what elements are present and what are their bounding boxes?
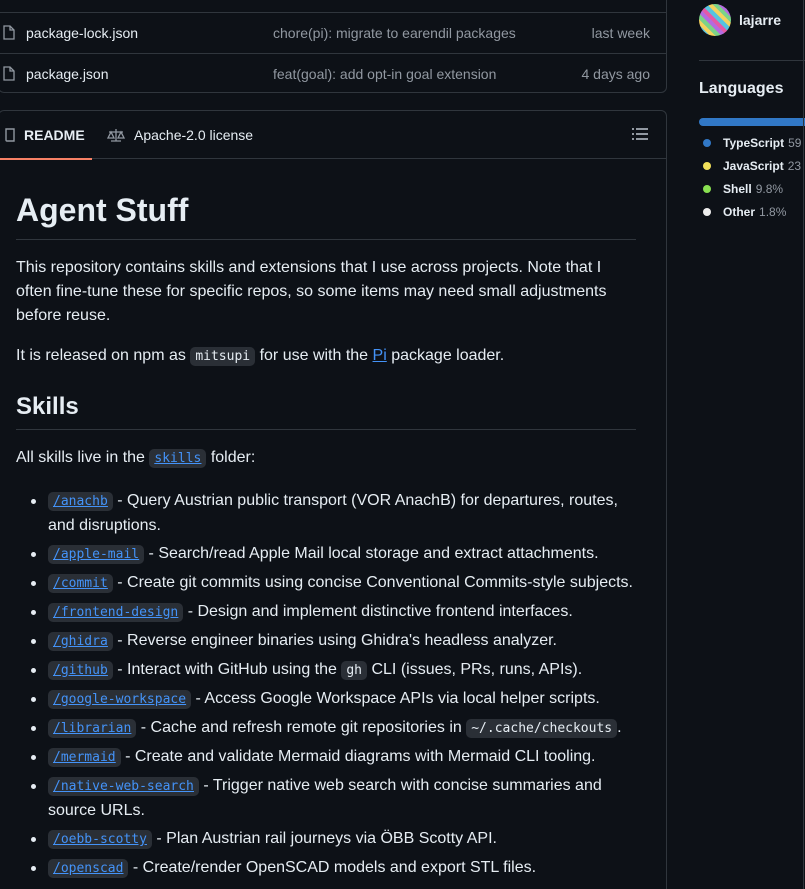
language-item[interactable]: Shell 9.8%	[703, 182, 783, 196]
skill-link[interactable]: /google-workspace	[48, 690, 192, 710]
file-row[interactable]: package-lock.json chore(pi): migrate to …	[0, 12, 666, 53]
language-color-dot	[703, 185, 711, 193]
commit-date: 4 days ago	[581, 66, 651, 82]
language-color-dot	[703, 208, 711, 216]
skills-heading: Skills	[16, 393, 636, 431]
skills-list: /anachb - Query Austrian public transpor…	[16, 489, 636, 881]
skill-link[interactable]: /apple-mail	[48, 545, 145, 565]
skill-link[interactable]: /native-web-search	[48, 777, 199, 797]
list-item: /mermaid - Create and validate Mermaid d…	[16, 745, 636, 770]
list-item: /openscad - Create/render OpenSCAD model…	[16, 856, 636, 881]
sidebar-edge	[803, 0, 804, 889]
list-item: /librarian - Cache and refresh remote gi…	[16, 716, 636, 741]
tab-license[interactable]: Apache-2.0 license	[107, 111, 253, 159]
skill-link[interactable]: /frontend-design	[48, 603, 184, 623]
tab-readme-label: README	[24, 127, 85, 143]
skill-link[interactable]: /ghidra	[48, 632, 113, 652]
file-name[interactable]: package.json	[26, 66, 109, 82]
list-item: /apple-mail - Search/read Apple Mail loc…	[16, 542, 636, 567]
readme-title: Agent Stuff	[16, 192, 636, 241]
commit-message[interactable]: chore(pi): migrate to earendil packages	[273, 25, 516, 41]
list-item: /native-web-search - Trigger native web …	[16, 774, 636, 823]
table-of-contents-icon[interactable]	[632, 127, 648, 141]
book-icon	[5, 128, 15, 142]
skill-link[interactable]: /librarian	[48, 719, 137, 739]
tab-license-label: Apache-2.0 license	[134, 127, 254, 143]
list-item: /anachb - Query Austrian public transpor…	[16, 489, 636, 538]
readme-npm-line: It is released on npm as mitsupi for use…	[16, 347, 505, 367]
skill-link[interactable]: /mermaid	[48, 748, 121, 768]
language-item[interactable]: Other 1.8%	[703, 205, 786, 219]
skills-intro: All skills live in the skills folder:	[16, 449, 256, 469]
readme-content: Agent Stuff This repository contains ski…	[16, 159, 636, 885]
language-color-dot	[703, 162, 711, 170]
file-list: package-lock.json chore(pi): migrate to …	[0, 0, 667, 93]
languages-bar	[699, 118, 805, 126]
languages-heading: Languages	[699, 80, 784, 97]
file-icon	[3, 66, 15, 81]
list-item: /commit - Create git commits using conci…	[16, 571, 636, 596]
inline-code: ~/.cache/checkouts	[466, 719, 618, 739]
tab-readme[interactable]: README	[0, 111, 92, 160]
skill-link[interactable]: /openscad	[48, 859, 129, 879]
commit-date: last week	[591, 25, 650, 41]
file-row[interactable]: package.json feat(goal): add opt-in goal…	[0, 53, 666, 92]
inline-code: gh	[341, 661, 368, 681]
list-item: /ghidra - Reverse engineer binaries usin…	[16, 629, 636, 654]
file-name[interactable]: package-lock.json	[26, 25, 138, 41]
skill-link[interactable]: /commit	[48, 574, 113, 594]
pi-link[interactable]: Pi	[373, 347, 387, 364]
law-icon	[107, 129, 125, 142]
sidebar-divider	[699, 60, 805, 61]
list-item: /oebb-scotty - Plan Austrian rail journe…	[16, 827, 636, 852]
package-name-code: mitsupi	[190, 347, 256, 367]
skills-folder-link[interactable]: skills	[149, 449, 207, 469]
language-item[interactable]: JavaScript 23	[703, 159, 801, 173]
list-item: /frontend-design - Design and implement …	[16, 600, 636, 625]
skill-link[interactable]: /anachb	[48, 492, 113, 512]
readme-intro: This repository contains skills and exte…	[16, 259, 607, 325]
contributor-name[interactable]: lajarre	[739, 12, 781, 28]
language-item[interactable]: TypeScript 59	[703, 136, 801, 150]
skill-link[interactable]: /github	[48, 661, 113, 681]
avatar[interactable]	[699, 4, 731, 36]
repo-sidebar: lajarre Languages TypeScript 59 JavaScrip…	[699, 0, 805, 889]
language-color-dot	[703, 139, 711, 147]
readme-panel: README Apache-2.0 license Agent Stuff Th…	[0, 110, 667, 889]
list-item: /github - Interact with GitHub using the…	[16, 658, 636, 683]
commit-message[interactable]: feat(goal): add opt-in goal extension	[273, 66, 496, 82]
list-item: /google-workspace - Access Google Worksp…	[16, 687, 636, 712]
file-icon	[3, 25, 15, 40]
readme-tabs: README Apache-2.0 license	[0, 111, 666, 160]
skill-link[interactable]: /oebb-scotty	[48, 830, 152, 850]
